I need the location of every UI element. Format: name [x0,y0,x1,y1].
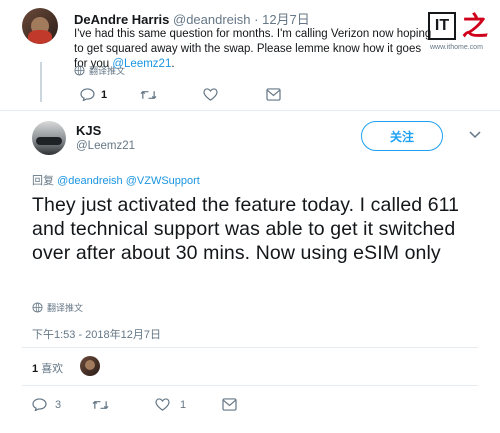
retweet-button[interactable] [140,89,157,101]
main-reply-button[interactable]: 3 [32,398,61,411]
main-retweet-button[interactable] [92,399,109,411]
message-icon [222,398,237,411]
reply-icon [80,88,95,101]
more-menu[interactable] [468,126,486,140]
divider-stats-top [22,347,478,348]
like-icon [203,88,218,101]
author-handle[interactable]: @deandreish [173,12,251,27]
retweet-icon [92,400,109,410]
reply-text: I've had this same question for months. … [74,27,436,72]
translate-label: 翻译推文 [89,66,126,76]
like-icon [155,398,170,411]
like-button[interactable] [203,88,218,101]
replying-to-link-1[interactable]: @deandreish [57,175,123,187]
kjs-avatar[interactable] [32,121,66,155]
main-author-name[interactable]: KJS [76,123,101,138]
likes-count: 1 [32,363,39,375]
watermark-logo-char: 之 [462,11,489,41]
main-tweet-text: They just activated the feature today. I… [32,194,460,264]
deandre-avatar[interactable] [22,8,58,44]
watermark-site: www.ithome.com [430,44,483,51]
globe-icon [74,65,85,76]
likes-stat[interactable]: 1 喜欢 [32,360,63,376]
replying-to: 回复 @deandreish @VZWSupport [32,172,200,188]
replying-prefix: 回复 [32,175,54,187]
reply-text-tail: . [171,58,175,70]
globe-icon [32,302,43,313]
message-icon [266,88,281,101]
watermark-logo: IT [428,12,456,40]
thread-line [40,62,42,102]
author-name[interactable]: DeAndre Harris [74,12,169,27]
replying-to-link-2[interactable]: @VZWSupport [126,175,200,187]
reply-icon [32,398,47,411]
ithome-watermark: IT 之 www.ithome.com [426,6,496,66]
message-button[interactable] [266,88,281,101]
more-icon [469,131,481,139]
main-reply-count: 3 [55,398,62,411]
likes-label: 喜欢 [41,363,64,375]
reply-header: DeAndre Harris @deandreish · 12月7日 [74,9,310,28]
main-like-button[interactable]: 1 [155,398,186,411]
main-like-count: 1 [180,398,187,411]
main-translate-link[interactable]: 翻译推文 [32,301,83,314]
translate-link[interactable]: 翻译推文 [74,64,125,77]
tweet-date[interactable]: · 12月7日 [254,12,310,27]
main-message-button[interactable] [222,398,237,411]
main-translate-label: 翻译推文 [47,303,84,313]
liker-avatar[interactable] [80,356,100,376]
divider-stats-bottom [22,385,478,386]
tweet-timestamp[interactable]: 下午1:53 - 2018年12月7日 [32,326,161,342]
main-author-handle[interactable]: @Leemz21 [76,140,135,152]
retweet-icon [140,90,157,100]
reply-button[interactable]: 1 [80,88,107,101]
divider-top [0,110,500,111]
follow-button[interactable]: 关注 [361,121,443,151]
reply-count: 1 [101,88,108,101]
